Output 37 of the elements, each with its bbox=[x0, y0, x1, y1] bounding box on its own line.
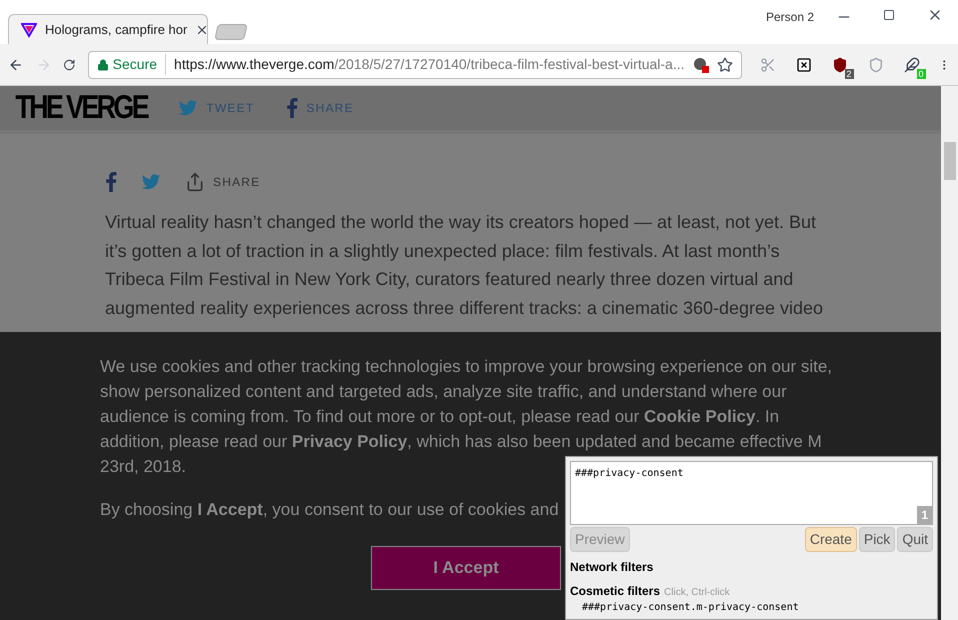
bird-icon bbox=[178, 98, 198, 118]
scrollbar-thumb[interactable] bbox=[944, 142, 956, 180]
count-badge: 0 bbox=[916, 68, 926, 78]
address-bar[interactable]: Secure https://www.theverge.com/2018/5/27/17270140/tribeca-film-festival-best-virtual-a... bbox=[88, 50, 742, 78]
maximize-icon[interactable] bbox=[883, 9, 895, 21]
match-count: 1 bbox=[917, 506, 932, 524]
picker-button[interactable]: Quit bbox=[897, 527, 933, 552]
picker-button[interactable]: Create bbox=[804, 527, 857, 552]
site-logo[interactable]: THE VERGE bbox=[15, 92, 148, 124]
count-badge: 2 bbox=[844, 68, 854, 78]
cookie-notice-text: By choosing I Accept, you consent to our use of cookies and bbox=[100, 499, 559, 521]
section-heading: Network filters bbox=[570, 559, 654, 576]
security-label: Secure bbox=[112, 54, 166, 75]
share-link[interactable]: SHARE bbox=[185, 172, 260, 192]
triangle-logo-icon bbox=[21, 22, 37, 38]
bird-icon bbox=[141, 172, 161, 192]
cosmetic-filter[interactable]: ###privacy-consent.m-privacy-consent bbox=[570, 600, 933, 615]
browser-tab[interactable]: Holograms, campfire hor bbox=[8, 14, 208, 44]
cookie-notice-text: 23rd, 2018. bbox=[100, 456, 186, 478]
feather-icon[interactable] bbox=[904, 56, 920, 72]
accept-button[interactable]: I Accept bbox=[371, 546, 561, 590]
section-heading: Cosmetic filters bbox=[570, 583, 660, 600]
cookie-notice-text: We use cookies and other tracking technologies to improve your browsing experience on our site, show personalized content and targeted ads, analyze site traffic, and understand where our audience is coming from. To find out more or to opt-out, please read our Cookie Policy. In addition, please read our Privacy Policy, which has also been updated and became effective M bbox=[100, 356, 834, 453]
blocked-cookie-icon[interactable] bbox=[692, 56, 709, 72]
picker-button[interactable]: Pick bbox=[858, 527, 896, 552]
article-paragraph: Virtual reality hasn’t changed the world the way its creators hoped — at least, not yet. But it’s gotten a lot of traction in a slightly unexpected place: film festivals. At last month’s Tribeca Film Festival in New York City, curators featured nearly three dozen virtual and augmented reality experiences across three different tracks: a cinematic 360-degree video bbox=[105, 211, 824, 320]
profile-name: Person 2 bbox=[766, 9, 814, 26]
facebook-f-icon bbox=[286, 98, 298, 118]
boxed-x-icon[interactable] bbox=[796, 56, 812, 72]
shield-icon[interactable] bbox=[832, 56, 848, 72]
filter-text-area[interactable]: ###privacy-consent 1 bbox=[570, 461, 933, 525]
facebook-f-icon bbox=[105, 172, 117, 192]
tab-title: Holograms, campfire hor bbox=[45, 20, 188, 39]
url-text: https://www.theverge.com/2018/5/27/17270140/tribeca-film-festival-best-virtual-a... bbox=[173, 55, 685, 74]
star-icon[interactable] bbox=[716, 56, 733, 72]
share-icon bbox=[185, 172, 205, 192]
hint-text: Click, Ctrl-click bbox=[664, 586, 730, 600]
